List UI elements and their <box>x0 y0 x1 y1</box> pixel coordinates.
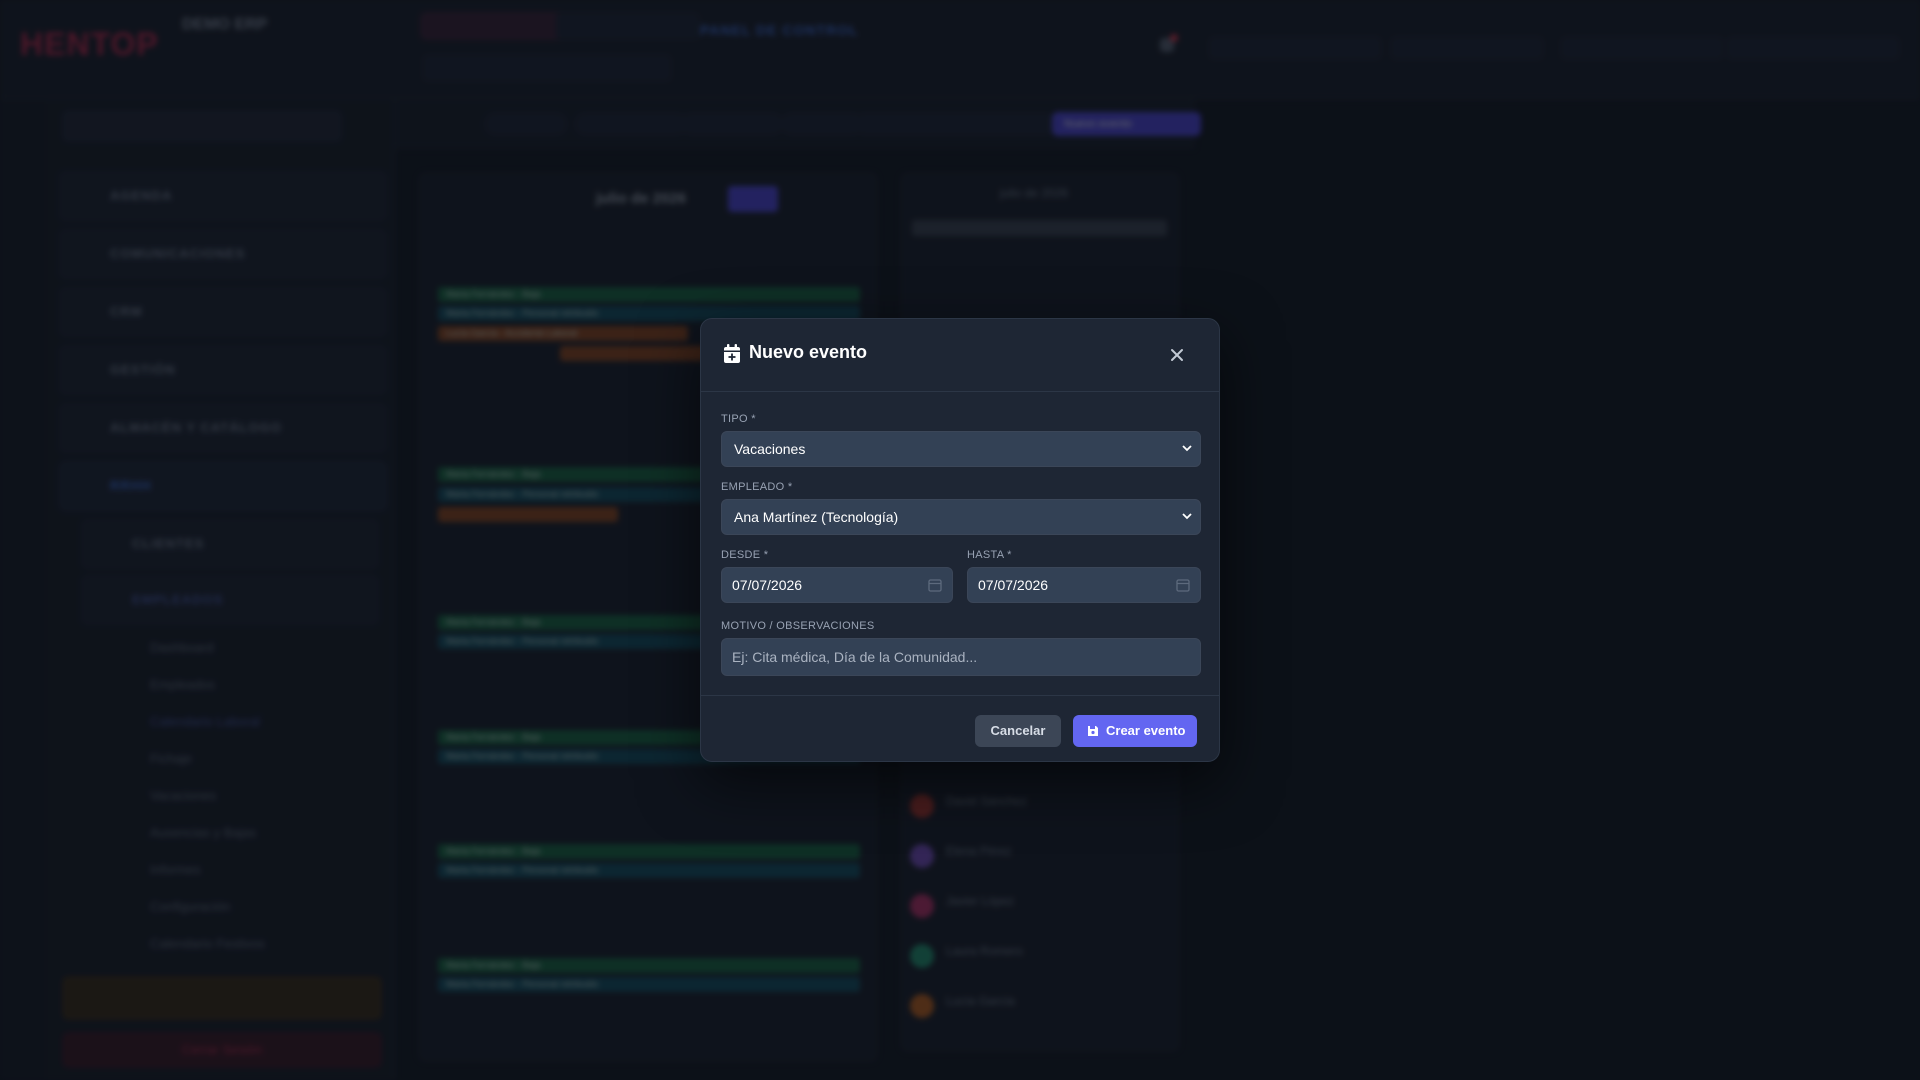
cancel-button[interactable]: Cancelar <box>975 715 1061 747</box>
empleado-label: EMPLEADO * <box>721 481 793 493</box>
modal-header: Nuevo evento <box>701 319 1219 392</box>
motivo-label: MOTIVO / OBSERVACIONES <box>721 620 875 632</box>
desde-label: DESDE * <box>721 549 769 561</box>
tipo-label: TIPO * <box>721 413 756 425</box>
modal-footer <box>701 695 1219 696</box>
calendar-plus-icon <box>724 344 740 363</box>
desde-date-input[interactable]: 07/07/2026 <box>721 567 953 603</box>
tipo-value: Vacaciones <box>734 441 806 457</box>
chevron-down-icon <box>1182 513 1192 520</box>
desde-value: 07/07/2026 <box>732 577 803 593</box>
close-icon <box>1171 349 1183 361</box>
hasta-date-input[interactable]: 07/07/2026 <box>967 567 1201 603</box>
save-icon <box>1088 726 1098 736</box>
hasta-value: 07/07/2026 <box>978 577 1049 593</box>
calendar-icon[interactable] <box>928 578 942 592</box>
motivo-input[interactable]: Ej: Cita médica, Día de la Comunidad... <box>721 638 1201 676</box>
create-event-button[interactable]: Crear evento <box>1073 715 1197 747</box>
close-button[interactable] <box>1161 339 1193 371</box>
empleado-value: Ana Martínez (Tecnología) <box>734 509 899 525</box>
new-event-modal: Nuevo evento TIPO * Vacaciones EMPLEADO … <box>700 318 1220 762</box>
hasta-label: HASTA * <box>967 549 1012 561</box>
create-event-label: Crear evento <box>1106 723 1186 738</box>
tipo-select[interactable]: Vacaciones <box>721 431 1201 467</box>
modal-title: Nuevo evento <box>749 342 868 362</box>
calendar-icon[interactable] <box>1176 578 1190 592</box>
chevron-down-icon <box>1182 445 1192 452</box>
empleado-select[interactable]: Ana Martínez (Tecnología) <box>721 499 1201 535</box>
